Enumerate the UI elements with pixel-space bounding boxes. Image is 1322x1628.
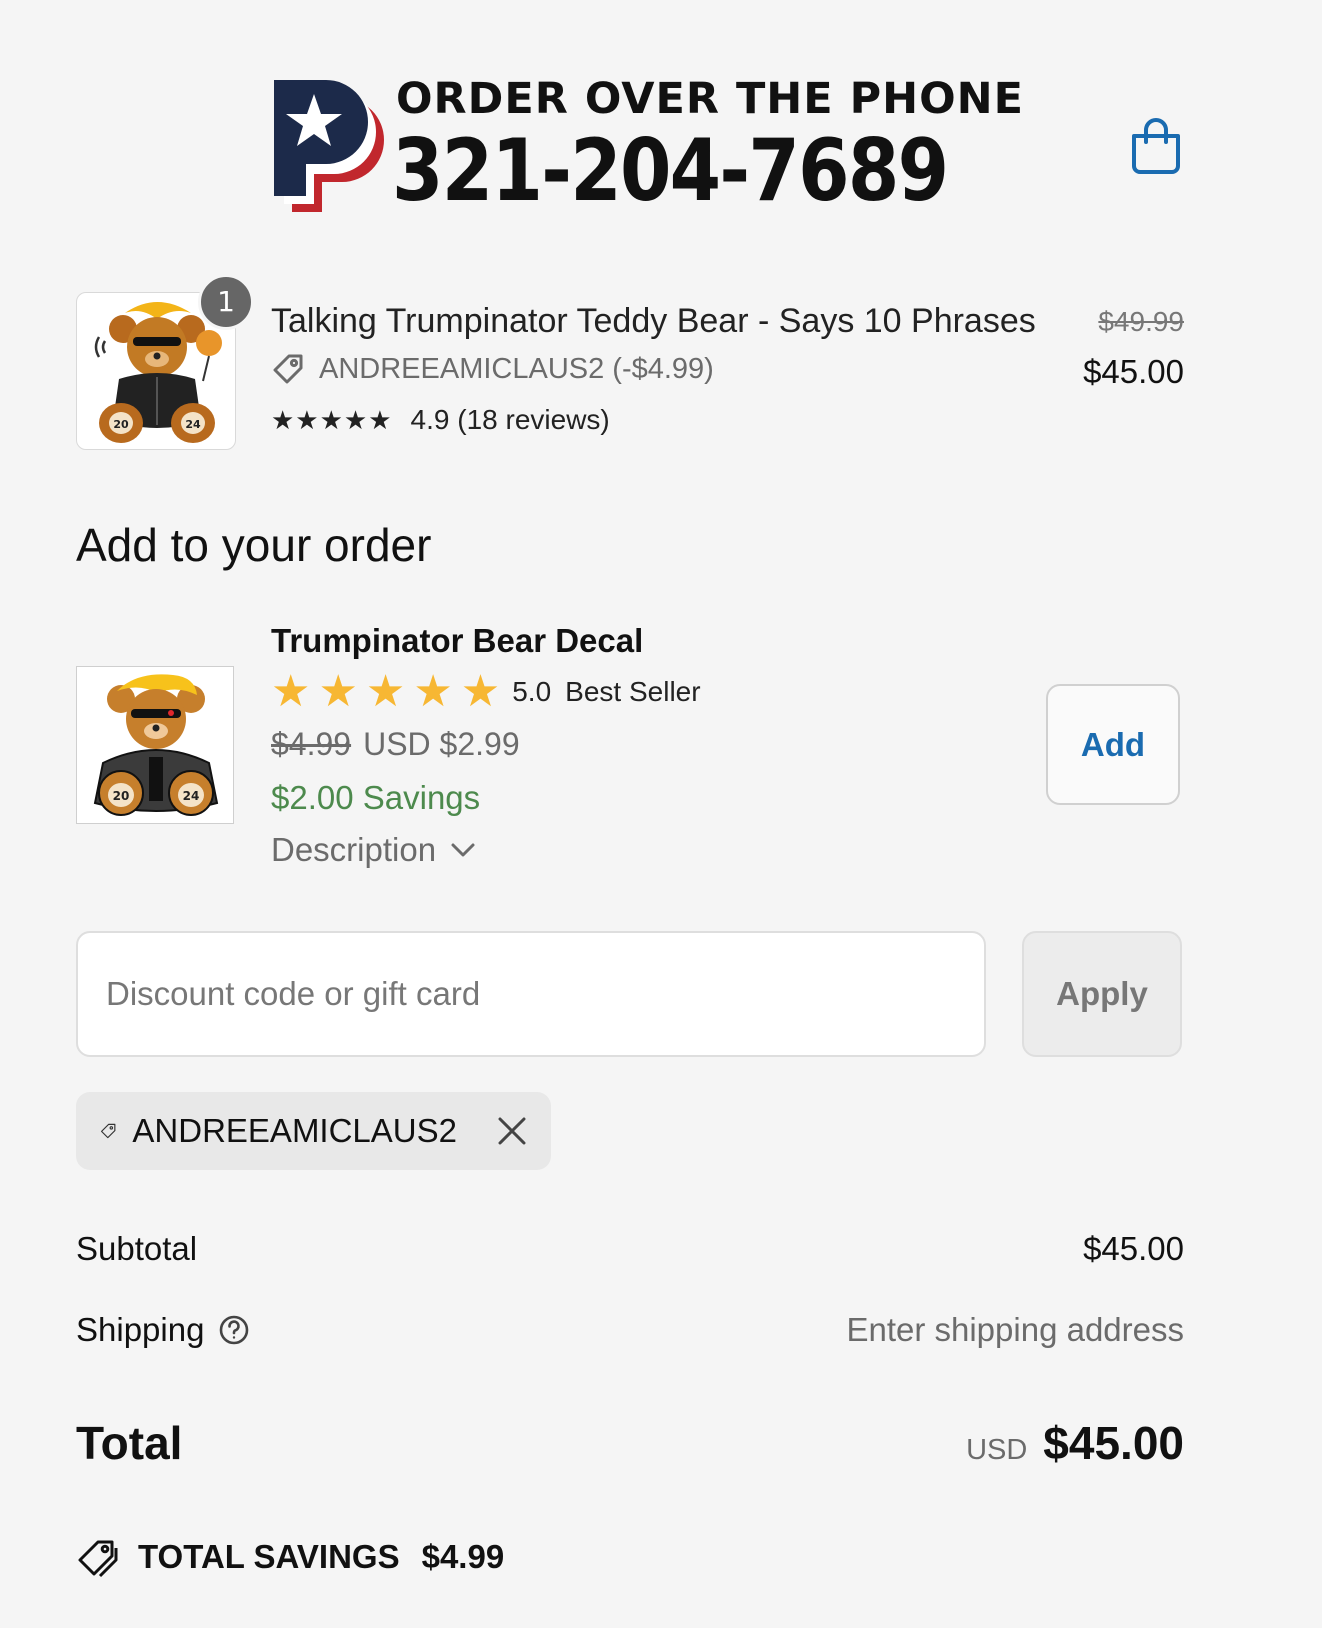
upsell-price: $4.99 USD $2.99 xyxy=(271,726,520,763)
total-currency: USD xyxy=(966,1434,1028,1466)
item-price: $45.00 xyxy=(1083,353,1184,390)
total-savings: TOTAL SAVINGS $4.99 xyxy=(76,1536,504,1578)
svg-text:24: 24 xyxy=(185,418,201,431)
star-p-logo-icon xyxy=(274,80,384,212)
product-rating: ★★★★★ 4.9 (18 reviews) xyxy=(271,404,610,436)
shipping-label: Shipping xyxy=(76,1311,205,1348)
remove-code-button[interactable] xyxy=(497,1116,527,1146)
upsell-savings: $2.00 Savings xyxy=(271,779,481,816)
upsell-product-name: Trumpinator Bear Decal xyxy=(271,622,644,659)
apply-button[interactable]: Apply xyxy=(1022,931,1182,1057)
add-to-order-heading: Add to your order xyxy=(76,519,432,571)
rating-text: 4.9 (18 reviews) xyxy=(410,404,610,435)
subtotal-value: $45.00 xyxy=(1083,1230,1184,1267)
logo-phone-number: 321-204-7689 xyxy=(392,121,949,221)
svg-text:20: 20 xyxy=(113,418,129,431)
add-upsell-button[interactable]: Add xyxy=(1046,684,1180,805)
tag-icon xyxy=(100,1123,116,1139)
bear-decal-image: 20 24 xyxy=(93,674,219,816)
total-savings-label: TOTAL SAVINGS xyxy=(138,1538,400,1575)
best-seller-label: Best Seller xyxy=(565,676,701,707)
tag-icon xyxy=(273,354,303,384)
upsell-rating-value: 5.0 xyxy=(512,676,552,707)
total-value: USD $45.00 xyxy=(966,1416,1184,1470)
upsell-thumbnail: 20 24 xyxy=(76,666,234,824)
total-label: Total xyxy=(76,1417,183,1469)
upsell-rating-stars: ★★★★★ xyxy=(271,667,509,716)
total-amount: $45.00 xyxy=(1043,1417,1184,1469)
upsell-rating: ★★★★★ 5.0 Best Seller xyxy=(271,670,701,714)
discount-code-input[interactable] xyxy=(76,931,986,1057)
svg-text:24: 24 xyxy=(183,789,200,803)
close-icon xyxy=(498,1117,526,1145)
tags-icon xyxy=(78,1540,118,1578)
help-circle-icon[interactable] xyxy=(218,1314,250,1346)
applied-code-text: ANDREEAMICLAUS2 xyxy=(132,1112,457,1149)
cart-button[interactable] xyxy=(1128,116,1184,176)
rating-stars: ★★★★★ xyxy=(271,404,393,435)
subtotal-label: Subtotal xyxy=(76,1230,198,1267)
upsell-original-price: $4.99 xyxy=(271,726,352,762)
description-label: Description xyxy=(271,831,437,868)
shipping-row: Shipping xyxy=(76,1311,250,1349)
original-price: $49.99 xyxy=(1098,306,1184,337)
total-savings-amount: $4.99 xyxy=(421,1538,505,1575)
discount-code-text: ANDREEAMICLAUS2 (-$4.99) xyxy=(319,352,714,385)
chevron-down-icon xyxy=(451,843,475,857)
applied-discount-line: ANDREEAMICLAUS2 (-$4.99) xyxy=(271,352,714,386)
shopping-bag-icon xyxy=(1132,118,1180,174)
product-title: Talking Trumpinator Teddy Bear - Says 10… xyxy=(271,302,1036,340)
quantity-badge: 1 xyxy=(198,274,254,330)
upsell-sale-price: USD $2.99 xyxy=(363,726,520,762)
logo-tagline: ORDER OVER THE PHONE xyxy=(396,74,1025,124)
store-logo[interactable]: ORDER OVER THE PHONE 321-204-7689 xyxy=(270,74,1023,221)
svg-text:20: 20 xyxy=(113,789,130,803)
description-toggle[interactable]: Description xyxy=(271,831,476,869)
applied-code-chip: ANDREEAMICLAUS2 xyxy=(76,1092,551,1170)
shipping-value: Enter shipping address xyxy=(846,1311,1184,1348)
